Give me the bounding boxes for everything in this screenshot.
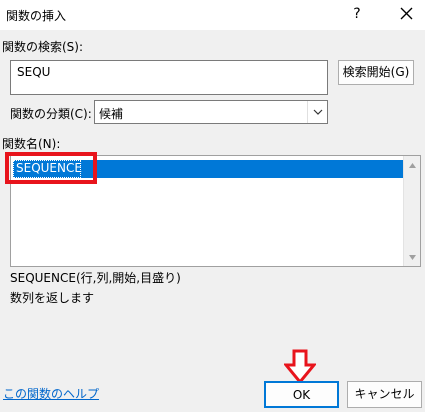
search-button[interactable]: 検索開始(G) [338, 60, 414, 85]
help-button[interactable]: ? [344, 2, 370, 26]
close-button[interactable] [393, 2, 419, 26]
category-selected-value: 候補 [99, 107, 124, 121]
close-icon [400, 7, 413, 20]
cancel-button[interactable]: キャンセル [347, 381, 422, 408]
search-input[interactable]: SEQU [10, 60, 328, 95]
annotation-down-arrow-icon [284, 349, 316, 385]
function-list-label: 関数名(N): [2, 137, 61, 151]
function-help-link[interactable]: この関数のヘルプ [3, 385, 99, 402]
ok-button[interactable]: OK [264, 381, 339, 408]
dropdown-arrow-button[interactable] [307, 101, 327, 123]
annotation-highlight-box [5, 152, 97, 184]
category-label: 関数の分類(C): [10, 107, 92, 121]
scroll-arrows-icon [409, 163, 416, 260]
function-description: 数列を返します [10, 291, 95, 305]
vertical-scrollbar[interactable] [403, 156, 420, 266]
chevron-down-icon [313, 109, 323, 115]
dialog-title: 関数の挿入 [6, 9, 67, 23]
search-label: 関数の検索(S): [2, 40, 84, 54]
category-select[interactable]: 候補 [94, 100, 328, 124]
function-signature: SEQUENCE(行,列,開始,目盛り) [10, 271, 181, 285]
